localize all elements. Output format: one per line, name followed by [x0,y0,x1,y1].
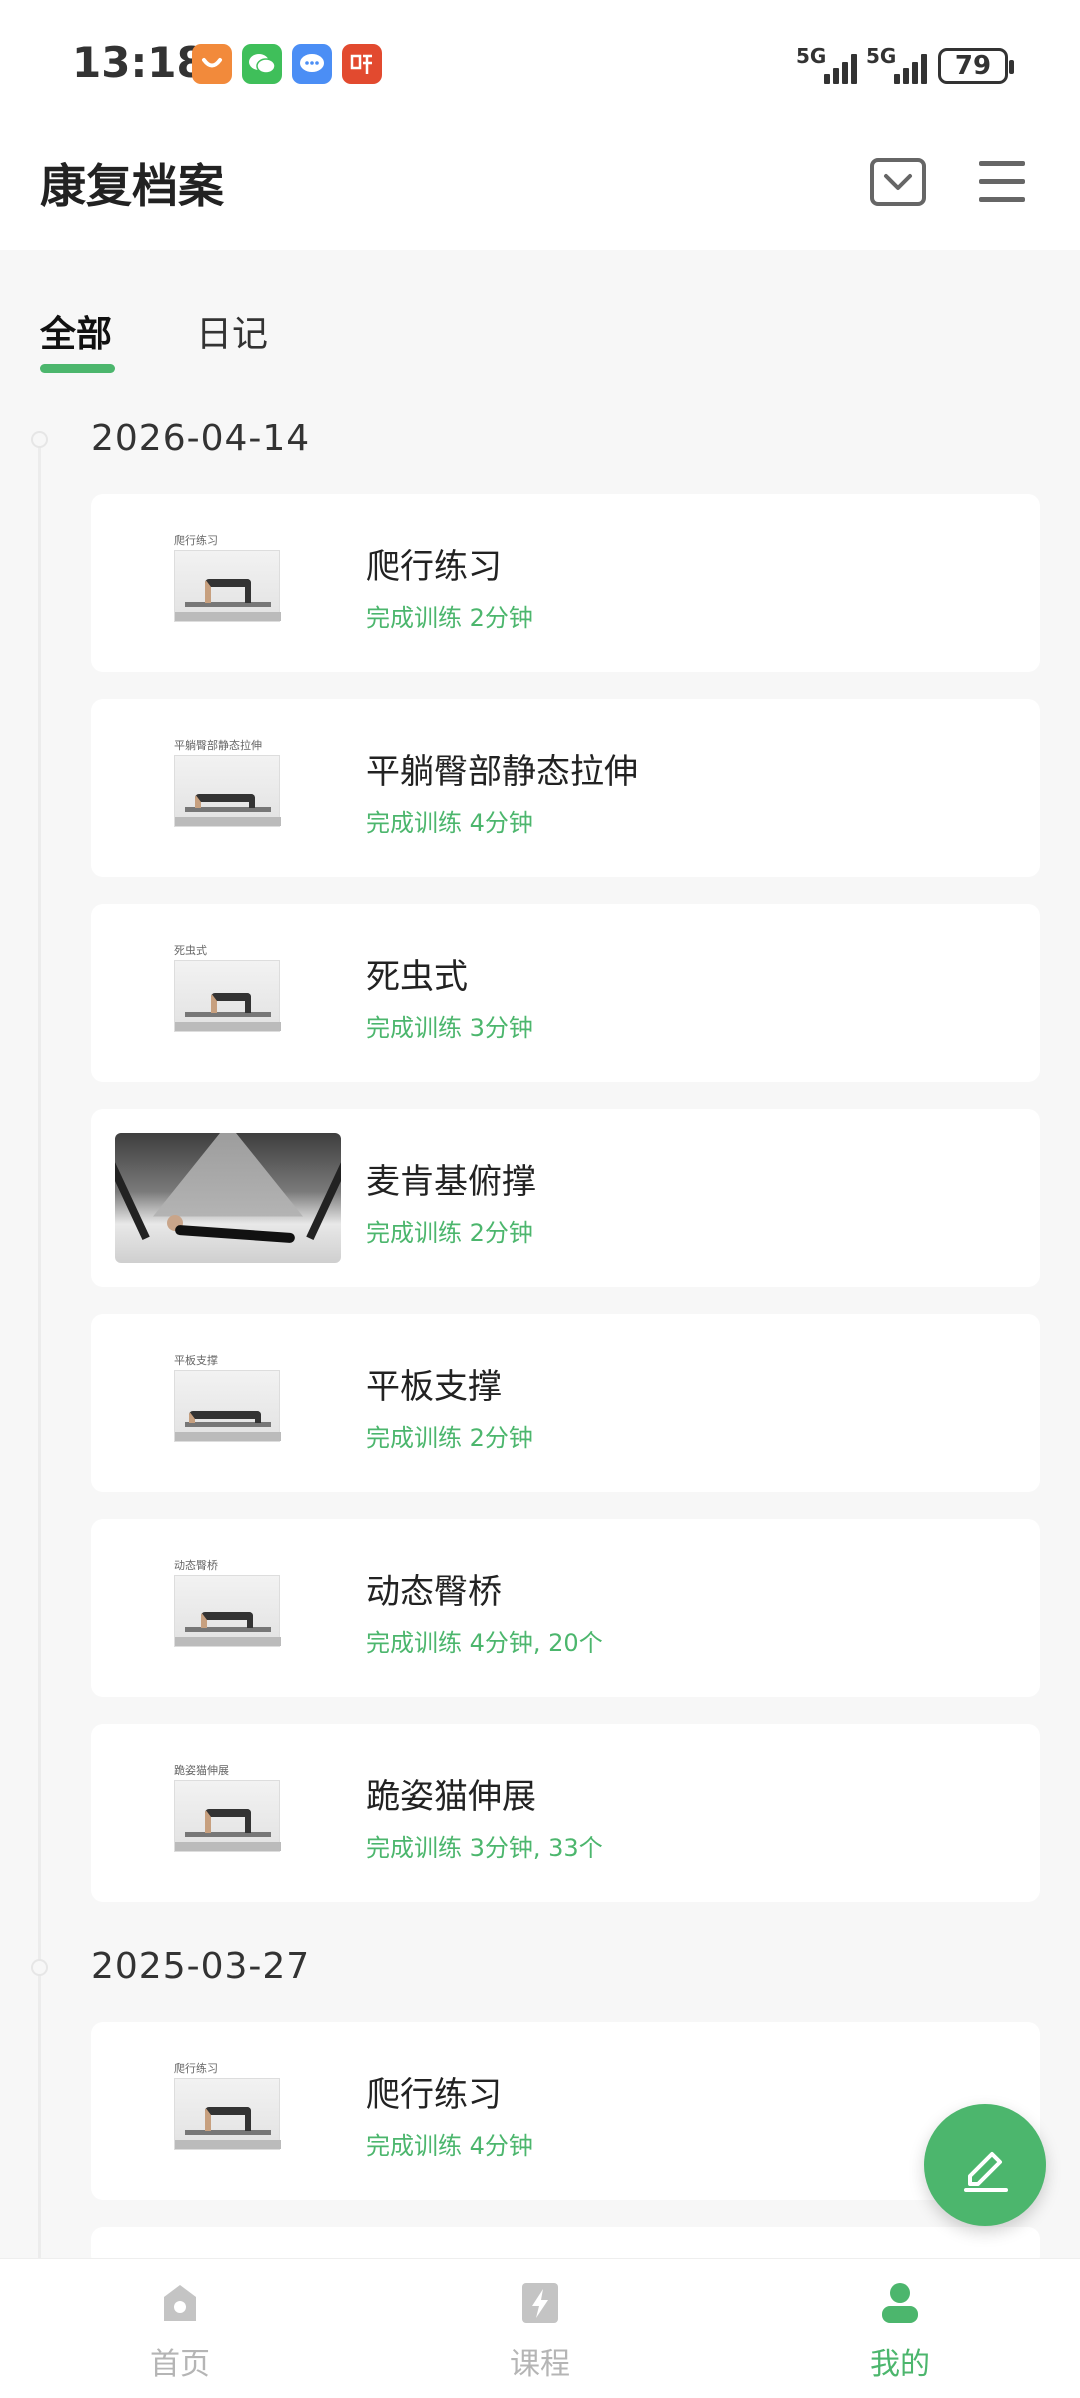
timeline-dot [31,1959,48,1976]
exercise-thumbnail: 跪姿猫伸展 [174,1762,282,1864]
record-card[interactable]: 跪姿猫伸展 跪姿猫伸展 完成训练 3分钟, 33个 [91,1724,1040,1902]
training-summary: 完成训练 4分钟, 20个 [366,1629,603,1657]
exercise-title: 动态臀桥 [366,1572,502,1612]
exercise-title: 麦肯基俯撑 [366,1162,536,1202]
listen-app-icon [342,44,382,84]
exercise-title: 跪姿猫伸展 [366,1777,536,1817]
training-summary: 完成训练 2分钟 [366,1219,533,1247]
nav-mine[interactable]: 我的 [820,2281,980,2382]
record-card[interactable]: 爬行练习 爬行练习 完成训练 2分钟 [91,494,1040,672]
training-summary: 完成训练 3分钟, 33个 [366,1834,603,1862]
signal-5g-2-icon: 5G [866,44,932,86]
battery-level: 79 [954,51,992,81]
nav-home[interactable]: 首页 [100,2281,260,2382]
exercise-title: 平板支撑 [366,1367,502,1407]
exercise-title: 爬行练习 [366,2075,502,2115]
app-header: 康复档案 [0,130,1080,250]
lightning-icon [522,2283,558,2323]
record-card[interactable]: 平躺臀部静态拉伸 平躺臀部静态拉伸 完成训练 4分钟 [91,699,1040,877]
tab-diary[interactable]: 日记 [196,305,268,357]
status-bar: 13:18 5G 5G 79 [0,0,1080,130]
exercise-thumbnail: 平板支撑 [174,1352,282,1454]
hamburger-menu-icon [979,161,1025,202]
exercise-title: 死虫式 [366,957,468,997]
exercise-thumbnail: 动态臀桥 [174,1557,282,1659]
signal-5g-1-icon: 5G [796,44,862,86]
date-header: 2026-04-14 [91,418,311,459]
record-card[interactable]: 平板支撑 平板支撑 完成训练 2分钟 [91,1314,1040,1492]
record-card[interactable]: 麦肯基俯撑 完成训练 2分钟 [91,1109,1040,1287]
page-title: 康复档案 [40,159,224,213]
collapse-dropdown-button[interactable] [868,152,928,212]
timeline-dot [31,431,48,448]
training-summary: 完成训练 4分钟 [366,809,533,837]
wechat-icon [242,44,282,84]
exercise-video-thumbnail [115,1133,341,1263]
messages-icon [292,44,332,84]
record-card[interactable]: 动态臀桥 动态臀桥 完成训练 4分钟, 20个 [91,1519,1040,1697]
exercise-thumbnail: 爬行练习 [174,2060,282,2162]
timeline-line [38,440,41,2260]
taobao-icon [192,44,232,84]
write-diary-button[interactable] [924,2104,1046,2226]
training-summary: 完成训练 2分钟 [366,604,533,632]
menu-button[interactable] [972,152,1032,212]
nav-courses[interactable]: 课程 [460,2281,620,2382]
tab-all[interactable]: 全部 [40,305,112,357]
exercise-title: 平躺臀部静态拉伸 [366,752,638,792]
battery-icon: 79 [938,48,1014,84]
chevron-down-box-icon [870,158,926,206]
exercise-thumbnail: 爬行练习 [174,532,282,634]
profile-icon [882,2283,918,2323]
exercise-thumbnail: 死虫式 [174,942,282,1044]
bottom-navigation: 首页 课程 我的 [0,2258,1080,2398]
date-header: 2025-03-27 [91,1946,311,1987]
record-card[interactable]: 爬行练习 爬行练习 完成训练 4分钟 [91,2022,1040,2200]
edit-pencil-icon [964,2152,1008,2192]
home-icon [164,2285,196,2321]
training-summary: 完成训练 2分钟 [366,1424,533,1452]
record-card[interactable]: 死虫式 死虫式 完成训练 3分钟 [91,904,1040,1082]
active-tab-indicator [40,364,115,373]
filter-tabs: 全部 日记 [0,250,1080,380]
status-time: 13:18 [72,38,206,87]
training-summary: 完成训练 4分钟 [366,2132,533,2160]
training-summary: 完成训练 3分钟 [366,1014,533,1042]
exercise-title: 爬行练习 [366,547,502,587]
exercise-thumbnail: 平躺臀部静态拉伸 [174,737,282,839]
